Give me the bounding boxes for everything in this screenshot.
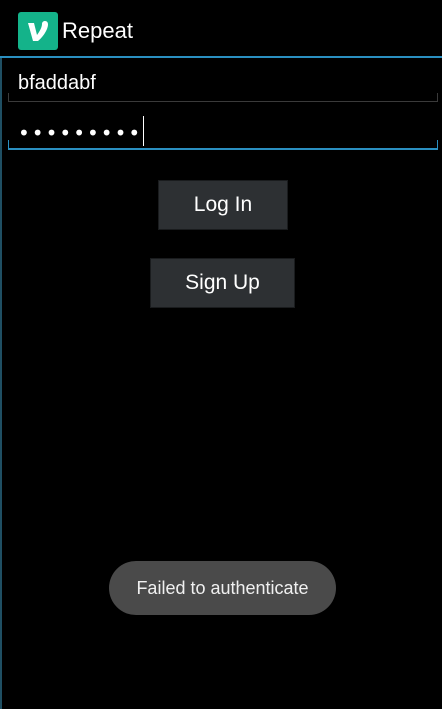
username-field[interactable]: bfaddabf <box>8 62 438 102</box>
vine-logo-icon <box>18 12 58 50</box>
login-button[interactable]: Log In <box>158 180 288 230</box>
field-edge-right <box>437 93 438 101</box>
action-bar: Repeat <box>0 0 442 58</box>
field-edge-left <box>8 93 9 101</box>
app-title: Repeat <box>62 18 133 43</box>
password-masked-value: ••••••••• <box>18 121 143 145</box>
text-cursor <box>143 116 144 146</box>
password-field[interactable]: ••••••••• <box>8 110 438 150</box>
username-value: bfaddabf <box>18 72 96 94</box>
app-screen: Repeat bfaddabf ••••••••• Log In Sign Up… <box>0 0 442 709</box>
signup-button[interactable]: Sign Up <box>150 258 295 308</box>
left-edge-divider <box>0 58 2 709</box>
field-edge-left <box>8 140 9 148</box>
field-edge-right <box>437 140 438 148</box>
toast-message: Failed to authenticate <box>109 561 336 615</box>
